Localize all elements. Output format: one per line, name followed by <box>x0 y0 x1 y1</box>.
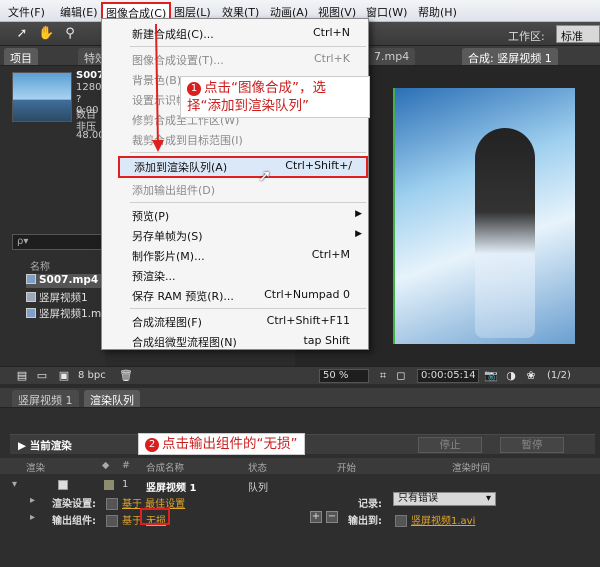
output-file-link[interactable]: 竖屏视频1.avi <box>411 512 475 527</box>
render-queue-panel: ▶ 当前渲染 停止 暂停 2 点击输出组件的“无损” 渲染 ◆ # 合成名称 状态… <box>0 408 600 567</box>
step-number-badge: 2 <box>145 438 159 452</box>
header-comp-name[interactable]: 合成名称 <box>146 460 184 474</box>
header-render-time[interactable]: 渲染时间 <box>452 460 490 474</box>
output-to-label: 输出到: <box>348 516 382 527</box>
header-start[interactable]: 开始 <box>337 460 356 474</box>
arrow-to-menu-item <box>155 23 159 149</box>
tab-comp-timeline[interactable]: 竖屏视频 1 <box>12 390 79 407</box>
output-module-label: 输出组件: <box>52 516 96 527</box>
callout-text: 点击输出组件的“无损” <box>162 436 298 452</box>
header-render[interactable]: 渲染 <box>26 460 45 474</box>
log-label: 记录: <box>358 499 382 510</box>
render-settings-row: ▸ 渲染设置: 基于 最佳设置 记录: <box>0 492 600 510</box>
chevron-down-icon: ▾ <box>485 493 491 504</box>
add-output-module-button[interactable]: + <box>310 511 322 523</box>
callout-step-2: 2 点击输出组件的“无损” <box>138 433 305 455</box>
row-number: 1 <box>122 479 129 490</box>
stop-button[interactable]: 停止 <box>418 437 482 453</box>
header-status[interactable]: 状态 <box>248 460 267 474</box>
tab-render-queue[interactable]: 渲染队列 <box>84 390 140 407</box>
current-render-label: ▶ 当前渲染 <box>18 440 72 452</box>
expand-triangle-icon[interactable]: ▸ <box>30 512 35 523</box>
output-module-prefix: 基于 <box>122 516 142 527</box>
remove-output-module-button[interactable]: − <box>326 511 338 523</box>
highlight-box <box>140 508 170 525</box>
arrowhead-icon <box>152 140 164 152</box>
pause-button[interactable]: 暂停 <box>500 437 564 453</box>
label-tag-icon[interactable]: ◆ <box>102 460 109 471</box>
render-queue-header: 渲染 ◆ # 合成名称 状态 开始 渲染时间 <box>0 458 600 474</box>
render-settings-label: 渲染设置: <box>52 499 96 510</box>
header-number[interactable]: # <box>122 460 130 471</box>
log-select[interactable]: 只有错误 ▾ <box>393 492 496 506</box>
expand-triangle-icon[interactable]: ▸ <box>30 495 35 506</box>
label-color-swatch[interactable] <box>104 480 114 490</box>
output-module-row: ▸ 输出组件: 基于 无损 + − 输出到: 竖屏视频1.avi <box>0 509 600 527</box>
timeline-tab-row: 竖屏视频 1 渲染队列 <box>0 388 600 408</box>
expand-triangle-icon[interactable]: ▾ <box>12 479 17 490</box>
render-checkbox[interactable] <box>58 480 68 490</box>
